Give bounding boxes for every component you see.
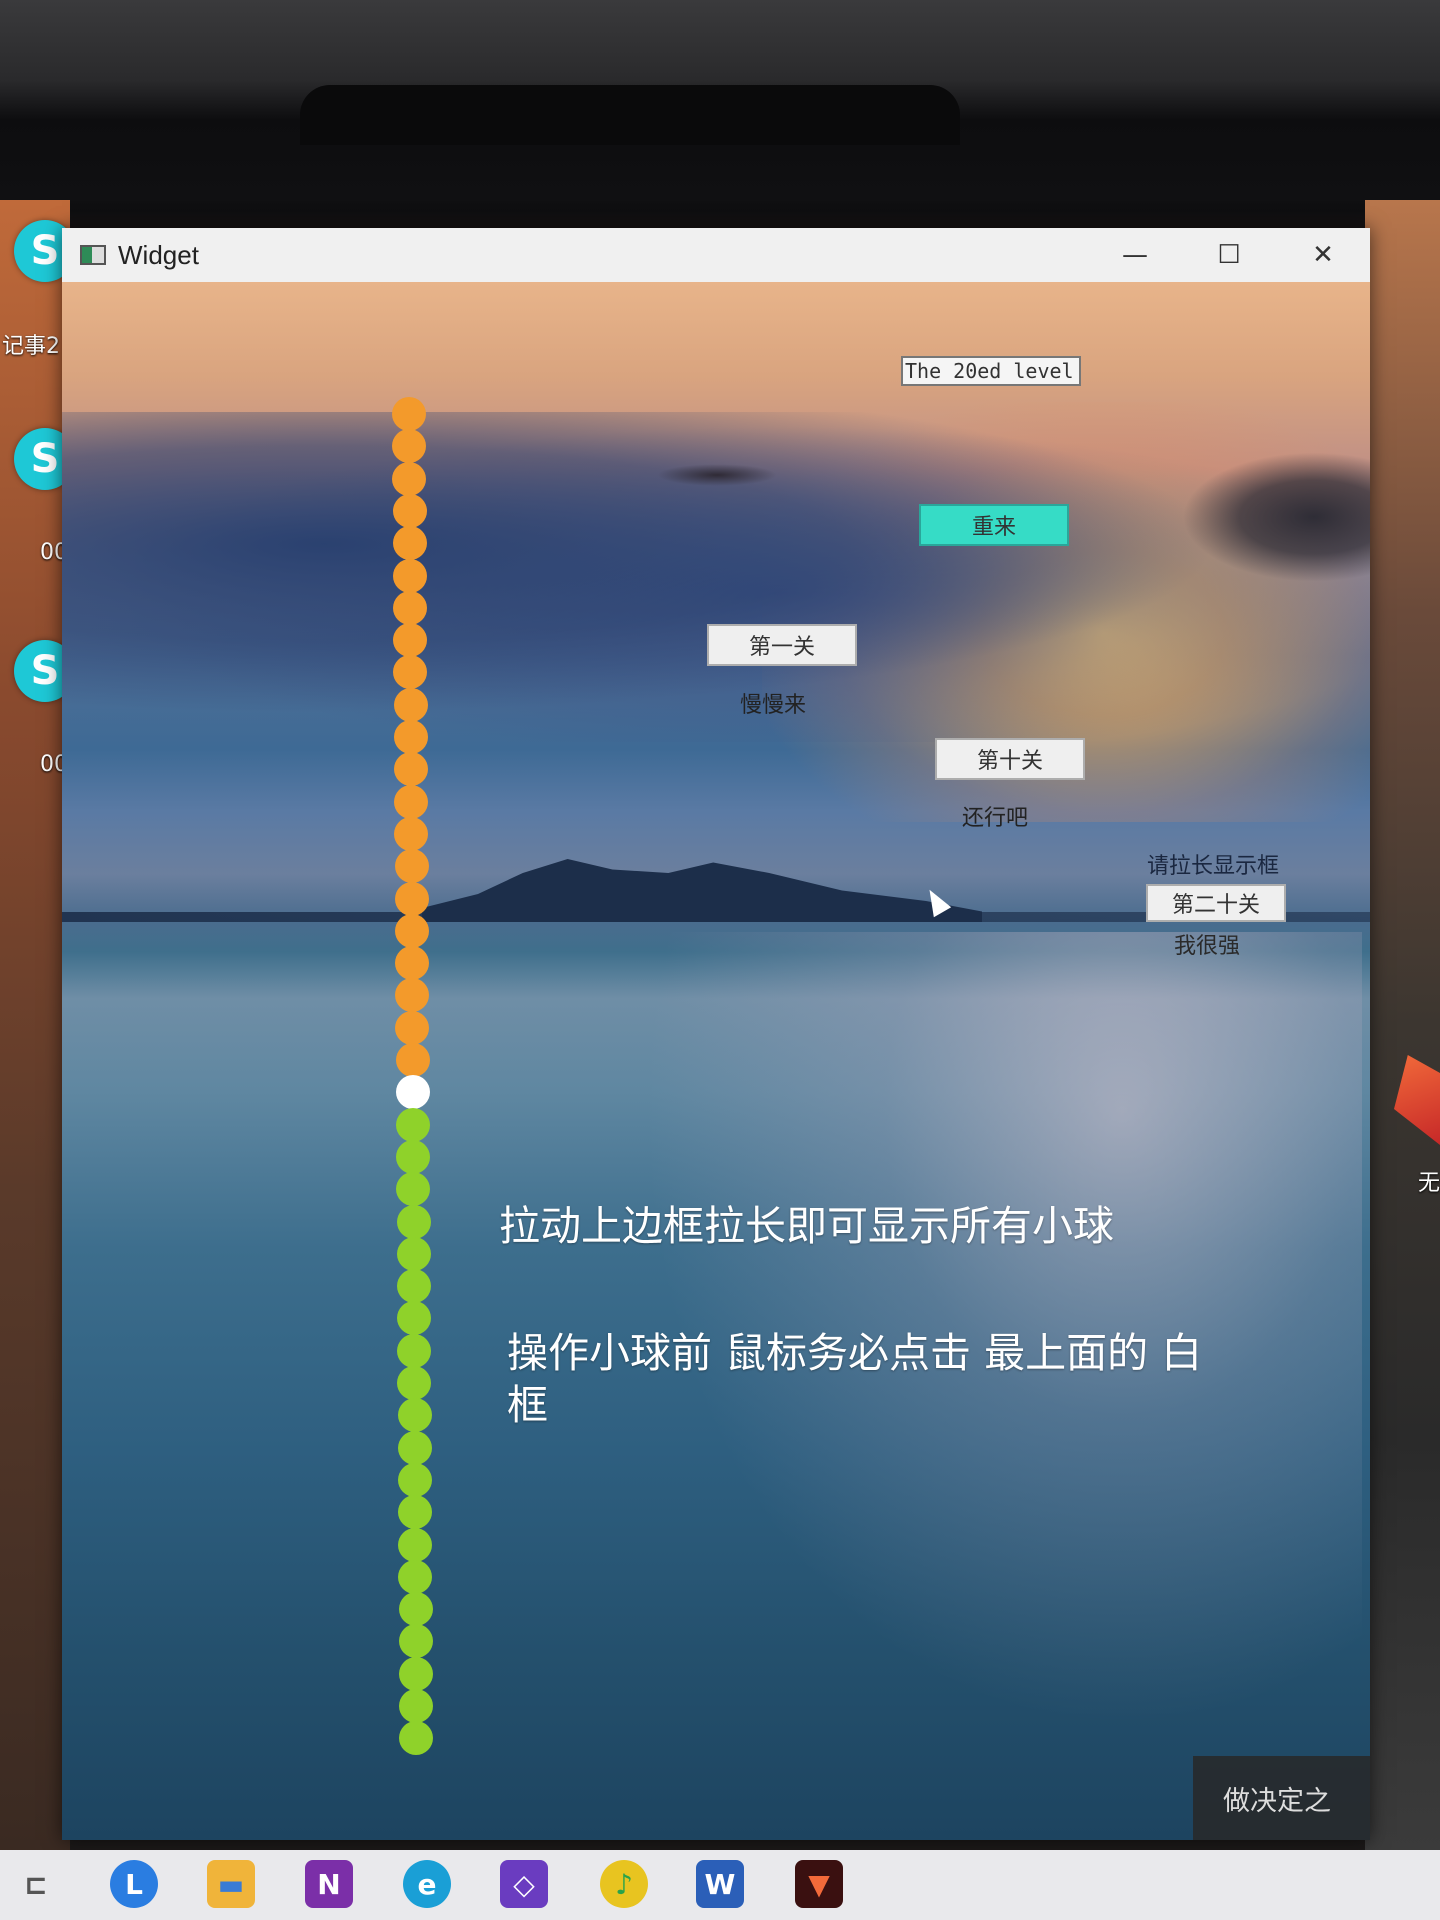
green-ball[interactable] <box>396 1269 431 1304</box>
desktop-game-label: 无 <box>1417 1171 1440 1196</box>
orange-ball[interactable] <box>393 720 428 754</box>
green-ball[interactable] <box>399 1689 434 1723</box>
green-ball[interactable] <box>397 1398 432 1433</box>
green-ball[interactable] <box>398 1624 433 1659</box>
visual-studio-icon[interactable]: ◇ <box>500 1860 548 1908</box>
onenote-icon[interactable]: N <box>305 1860 353 1908</box>
taskbar: ⊏ L ▬ N e ◇ ♪ W ▼ <box>0 1850 1440 1920</box>
orange-ball[interactable] <box>395 1010 430 1045</box>
corner-overlay-text: 做决定之 <box>1193 1756 1370 1840</box>
green-ball[interactable] <box>396 1236 431 1271</box>
orange-ball[interactable] <box>394 816 429 851</box>
green-ball[interactable] <box>397 1301 432 1336</box>
green-ball[interactable] <box>397 1430 432 1465</box>
green-ball[interactable] <box>396 1139 431 1174</box>
orange-ball[interactable] <box>394 881 429 916</box>
level-1-caption: 慢慢来 <box>740 693 807 718</box>
green-ball[interactable] <box>398 1559 433 1594</box>
file-explorer-icon[interactable]: ▬ <box>207 1860 255 1908</box>
music-icon[interactable]: ♪ <box>600 1860 648 1908</box>
game-app-icon[interactable]: ▼ <box>795 1860 843 1908</box>
orange-ball[interactable] <box>394 784 429 819</box>
green-ball[interactable] <box>398 1495 433 1530</box>
green-ball[interactable] <box>398 1592 433 1627</box>
level-20-caption: 我很强 <box>1174 934 1241 959</box>
orange-ball[interactable] <box>392 526 427 561</box>
orange-ball[interactable] <box>392 397 426 431</box>
green-ball[interactable] <box>397 1366 432 1400</box>
orange-ball[interactable] <box>395 946 430 981</box>
level-20-button[interactable]: 第二十关 <box>1146 884 1286 922</box>
green-ball[interactable] <box>398 1527 433 1562</box>
green-ball[interactable] <box>399 1656 434 1691</box>
green-ball[interactable] <box>395 1107 430 1142</box>
window-controls: — ☐ ✕ <box>1088 228 1370 282</box>
desktop-app-label-1: 记事2 <box>2 334 60 359</box>
green-ball[interactable] <box>396 1204 431 1239</box>
game-canvas[interactable]: The 20ed level 重来 第一关 慢慢来 第十关 还行吧 请拉长显示框… <box>62 282 1370 1840</box>
maximize-button[interactable]: ☐ <box>1182 228 1276 282</box>
orange-ball[interactable] <box>392 461 427 496</box>
orange-ball[interactable] <box>393 752 428 787</box>
resize-hint-label: 请拉长显示框 <box>1147 854 1280 879</box>
orange-ball[interactable] <box>394 913 429 948</box>
close-button[interactable]: ✕ <box>1276 228 1370 282</box>
window-titlebar[interactable]: Widget — ☐ ✕ <box>62 228 1370 282</box>
orange-ball[interactable] <box>392 558 427 593</box>
orange-ball[interactable] <box>392 493 427 528</box>
orange-ball[interactable] <box>393 655 428 690</box>
desktop-right-edge <box>1365 200 1440 1850</box>
word-icon[interactable]: W <box>696 1860 744 1908</box>
instruction-click-white-box: 操作小球前 鼠标务必点击 最上面的 白框 <box>507 1329 1203 1429</box>
orange-ball[interactable] <box>392 429 427 464</box>
orange-ball[interactable] <box>393 687 428 722</box>
green-ball[interactable] <box>397 1333 432 1368</box>
orange-ball[interactable] <box>395 1043 430 1077</box>
minimize-button[interactable]: — <box>1088 228 1182 282</box>
monitor-notch <box>300 85 960 145</box>
green-ball[interactable] <box>399 1721 434 1756</box>
instruction-resize: 拉动上边框拉长即可显示所有小球 <box>499 1202 1114 1250</box>
lenovo-icon[interactable]: L <box>110 1860 158 1908</box>
level-10-button[interactable]: 第十关 <box>935 738 1085 780</box>
screen-photo: S 记事2 S 00 S 00 无 Widget — ☐ ✕ The 20ed … <box>0 0 1440 1920</box>
level-display-box[interactable]: The 20ed level <box>901 356 1081 386</box>
window-title: Widget <box>118 239 199 270</box>
orange-ball[interactable] <box>395 978 430 1013</box>
orange-ball[interactable] <box>393 623 428 658</box>
white-ball[interactable] <box>395 1075 430 1110</box>
green-ball[interactable] <box>397 1462 432 1497</box>
app-icon <box>80 245 106 265</box>
widget-window: Widget — ☐ ✕ The 20ed level 重来 第一关 慢慢来 第… <box>62 228 1370 1840</box>
green-ball[interactable] <box>396 1172 431 1207</box>
orange-ball[interactable] <box>394 849 429 884</box>
level-1-button[interactable]: 第一关 <box>707 624 857 666</box>
level-10-caption: 还行吧 <box>962 806 1029 831</box>
restart-button[interactable]: 重来 <box>919 504 1069 546</box>
ball-column <box>62 282 1370 1840</box>
orange-ball[interactable] <box>393 590 428 625</box>
edge-icon[interactable]: e <box>403 1860 451 1908</box>
task-view-icon[interactable]: ⊏ <box>12 1860 60 1908</box>
